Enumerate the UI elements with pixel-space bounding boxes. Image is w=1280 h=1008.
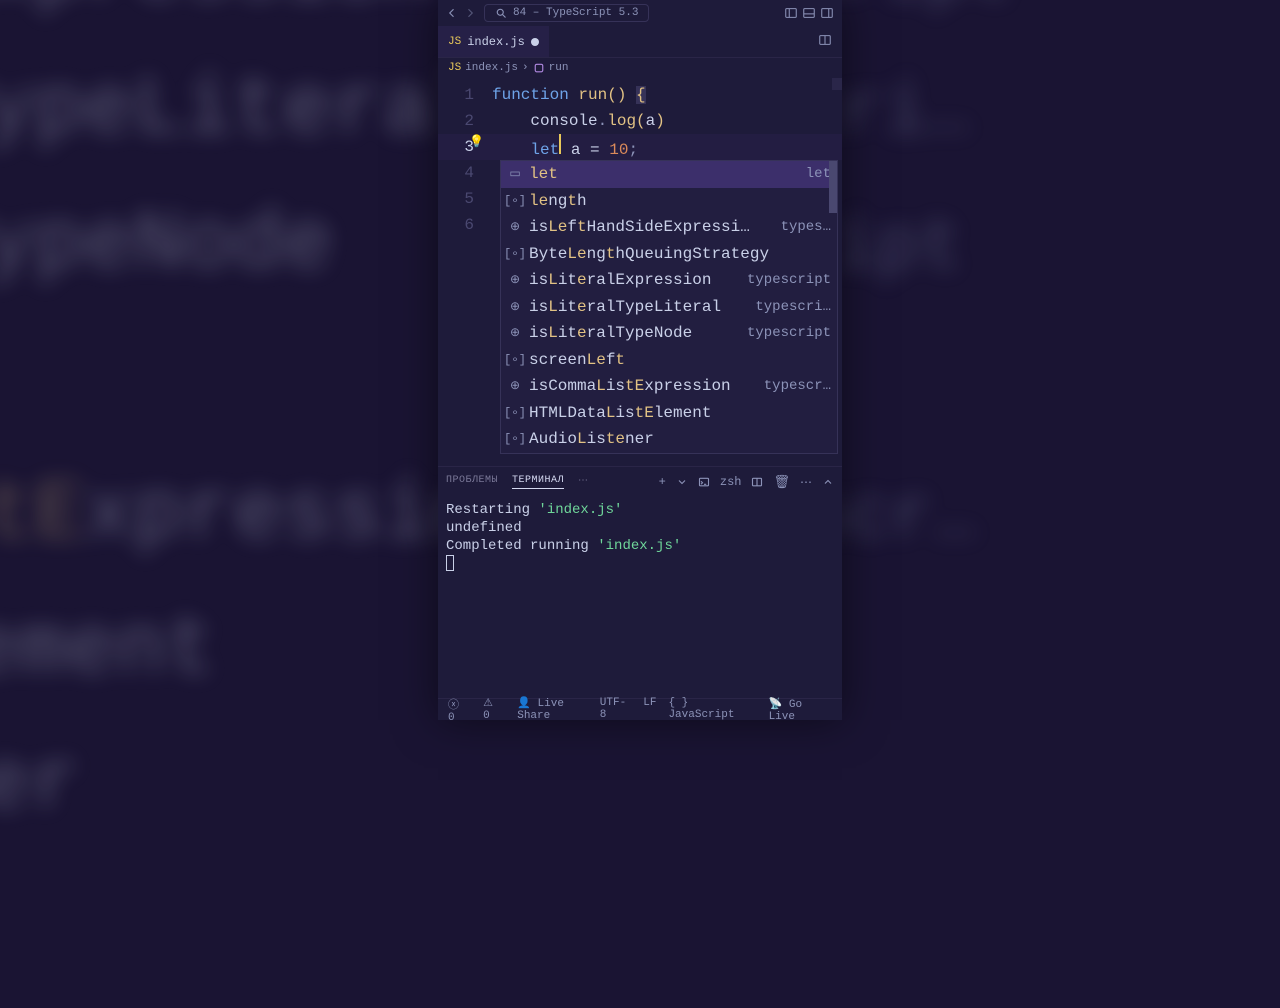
suggest-item-label: length xyxy=(529,188,831,214)
tab-index-js[interactable]: JS index.js xyxy=(438,26,549,57)
suggest-item[interactable]: ⊕ isLeftHandSideExpressi…types… xyxy=(501,214,837,241)
suggest-item-label: let xyxy=(529,161,800,187)
terminal-profile-icon[interactable] xyxy=(698,476,710,488)
suggest-item[interactable]: [∘] length xyxy=(501,188,837,215)
tab-bar: JS index.js xyxy=(438,26,842,58)
breadcrumb[interactable]: JS index.js › run xyxy=(438,58,842,78)
status-language[interactable]: { } JavaScript xyxy=(668,697,756,723)
function-icon: ⊕ xyxy=(507,219,523,235)
command-center[interactable]: 84 – TypeScript 5.3 xyxy=(484,4,649,22)
status-encoding[interactable]: UTF-8 xyxy=(600,697,631,723)
panel-close-icon[interactable] xyxy=(822,476,834,488)
panel-more-icon[interactable]: ⋯ xyxy=(800,475,812,490)
tab-more-icon[interactable]: ⋯ xyxy=(578,475,589,489)
function-icon: ⊕ xyxy=(507,325,523,341)
suggest-item[interactable]: ⊕ isCommaListExpressiontypescr… xyxy=(501,373,837,400)
suggest-item[interactable]: [∘] AudioListener xyxy=(501,426,837,453)
suggest-item-label: screenLeft xyxy=(529,347,831,373)
chevron-down-icon[interactable] xyxy=(676,476,688,488)
suggest-item-label: isLiteralTypeNode xyxy=(529,320,741,346)
status-go-live[interactable]: 📡 Go Live xyxy=(769,697,832,723)
minimap[interactable] xyxy=(832,78,842,90)
suggest-item-label: ByteLengthQueuingStrategy xyxy=(529,241,831,267)
status-bar: ⓧ 0 ⚠ 0 👤 Live Share UTF-8 LF { } JavaSc… xyxy=(438,698,842,720)
search-icon xyxy=(495,7,507,19)
layout-sidebar-left-icon[interactable] xyxy=(784,6,798,20)
breadcrumb-file: index.js xyxy=(465,62,518,74)
suggest-item[interactable]: [∘] screenLeft xyxy=(501,347,837,374)
variable-icon: [∘] xyxy=(507,246,523,262)
suggest-item-label: AudioListener xyxy=(529,426,831,452)
project-title: 84 – TypeScript 5.3 xyxy=(513,7,638,19)
tab-filename: index.js xyxy=(467,35,525,49)
split-terminal-icon[interactable] xyxy=(751,476,763,488)
variable-icon: [∘] xyxy=(507,352,523,368)
suggest-item-detail: typescr… xyxy=(758,373,831,399)
layout-sidebar-right-icon[interactable] xyxy=(820,6,834,20)
function-icon: ⊕ xyxy=(507,378,523,394)
variable-icon: [∘] xyxy=(507,405,523,421)
variable-icon: [∘] xyxy=(507,431,523,447)
vscode-editor-window: 84 – TypeScript 5.3 JS index.js JS index… xyxy=(438,0,842,720)
function-icon: ⊕ xyxy=(507,299,523,315)
suggest-item-label: isLiteralExpression xyxy=(529,267,741,293)
suggest-item-detail: typescri… xyxy=(749,294,831,320)
terminal-shell-name[interactable]: zsh xyxy=(720,475,742,489)
suggest-item-label: isLeftHandSideExpressi… xyxy=(529,214,775,240)
suggest-widget[interactable]: ▭ letlet [∘] length ⊕ isLeftHandSideExpressi…… xyxy=(500,160,838,454)
kill-terminal-icon[interactable]: 🗑 xyxy=(773,475,790,490)
nav-back-icon[interactable] xyxy=(446,7,458,19)
suggest-item[interactable]: [∘] HTMLDataListElement xyxy=(501,400,837,427)
suggest-item[interactable]: ⊕ isLiteralExpressiontypescript xyxy=(501,267,837,294)
variable-icon: [∘] xyxy=(507,193,523,209)
js-file-icon: JS xyxy=(448,62,461,74)
tab-terminal[interactable]: ТЕРМИНАЛ xyxy=(512,475,564,489)
js-file-icon: JS xyxy=(448,36,461,48)
suggest-item-label: isLiteralTypeLiteral xyxy=(529,294,749,320)
code-editor[interactable]: 123456 function run() { console.log(a) l… xyxy=(438,78,842,466)
bottom-panel: ПРОБЛЕМЫ ТЕРМИНАЛ ⋯ + zsh 🗑 ⋯ Restarting… xyxy=(438,466,842,698)
suggest-item[interactable]: ⊕ isLiteralTypeLiteraltypescri… xyxy=(501,294,837,321)
suggest-item-label: HTMLDataListElement xyxy=(529,400,831,426)
suggest-item-detail: types… xyxy=(775,214,831,240)
breadcrumb-symbol: run xyxy=(549,62,569,74)
suggest-item-detail: typescript xyxy=(741,320,831,346)
nav-forward-icon[interactable] xyxy=(464,7,476,19)
chevron-right-icon: › xyxy=(522,62,529,74)
lightbulb-icon[interactable]: 💡 xyxy=(469,134,484,149)
new-terminal-icon[interactable]: + xyxy=(659,475,666,489)
method-icon xyxy=(533,62,545,74)
split-editor-icon[interactable] xyxy=(818,33,832,47)
status-warnings[interactable]: ⚠ 0 xyxy=(483,696,505,724)
status-live-share[interactable]: 👤 Live Share xyxy=(517,696,600,724)
status-errors[interactable]: ⓧ 0 xyxy=(448,696,471,724)
terminal-output[interactable]: Restarting 'index.js'undefinedCompleted … xyxy=(438,497,842,698)
status-eol[interactable]: LF xyxy=(643,697,656,723)
suggest-item-label: isCommaListExpression xyxy=(529,373,758,399)
suggest-item[interactable]: ▭ letlet xyxy=(501,161,837,188)
suggest-item-detail: typescript xyxy=(741,267,831,293)
suggest-scrollbar[interactable] xyxy=(829,161,837,213)
titlebar: 84 – TypeScript 5.3 xyxy=(438,0,842,26)
suggest-item-detail: let xyxy=(800,161,831,187)
suggest-item[interactable]: ⊕ isLiteralTypeNodetypescript xyxy=(501,320,837,347)
tab-dirty-dot-icon xyxy=(531,38,539,46)
suggest-item[interactable]: [∘] ByteLengthQueuingStrategy xyxy=(501,241,837,268)
function-icon: ⊕ xyxy=(507,272,523,288)
keyword-icon: ▭ xyxy=(507,166,523,182)
tab-problems[interactable]: ПРОБЛЕМЫ xyxy=(446,475,498,489)
layout-panel-icon[interactable] xyxy=(802,6,816,20)
